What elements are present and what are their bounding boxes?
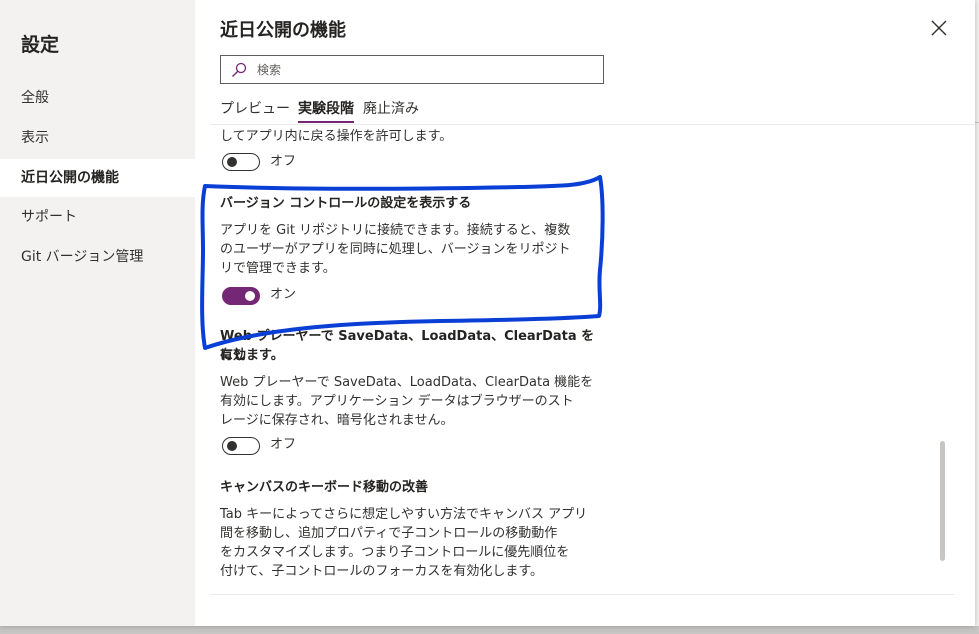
feature-description: してアプリ内に戻る操作を許可します。 xyxy=(220,129,453,144)
sidebar-title: 設定 xyxy=(21,34,60,56)
feature-title: バージョン コントロールの設定を表示する xyxy=(220,196,472,211)
toggle-label: オフ xyxy=(270,154,297,169)
sidebar-item-upcoming-features[interactable]: 近日公開の機能 xyxy=(0,159,195,197)
feature-description-line: Tab キーによってさらに想定しやすい方法でキャンバス アプリ xyxy=(220,507,588,522)
tab-retired[interactable]: 廃止済み xyxy=(363,98,419,122)
version-control-toggle[interactable] xyxy=(222,287,260,305)
search-box[interactable] xyxy=(220,55,604,84)
panel-title: 近日公開の機能 xyxy=(220,20,346,41)
feature-title-line: にします。 xyxy=(220,348,284,363)
settings-dialog: 設定 全般 表示 近日公開の機能 サポート Git バージョン管理 近日公開の機… xyxy=(0,0,975,626)
feature-description-line: 間を移動し、追加プロパティで子コントロールの移動動作 xyxy=(220,526,558,541)
sidebar-item-general[interactable]: 全般 xyxy=(0,79,195,117)
tab-preview[interactable]: プレビュー xyxy=(220,98,290,122)
toggle-knob xyxy=(245,291,255,301)
feature-description-line: アプリを Git リポジトリに接続できます。接続すると、複数 xyxy=(220,223,571,238)
savedata-toggle[interactable] xyxy=(222,437,260,455)
toggle-knob xyxy=(227,157,237,167)
scrollbar-thumb[interactable] xyxy=(940,441,945,561)
feature-description-line: 有効にします。アプリケーション データはブラウザーのスト xyxy=(220,394,574,409)
feature-description-line: 付けて、子コントロールのフォーカスを有効化します。 xyxy=(220,564,544,579)
feature-list: してアプリ内に戻る操作を許可します。 オフ バージョン コントロールの設定を表示… xyxy=(220,125,940,593)
search-input[interactable] xyxy=(257,60,587,80)
toggle-label: オン xyxy=(270,287,297,302)
feature-description-line: Web プレーヤーで SaveData、LoadData、ClearData 機… xyxy=(220,375,594,390)
features-panel: 近日公開の機能 プレビュー 実験段階 廃止済み してアプリ内に戻る操作を許可しま… xyxy=(195,0,975,626)
close-icon xyxy=(931,20,947,36)
feature-description-line: レージに保存され、暗号化されません。 xyxy=(220,413,454,428)
background-bottom xyxy=(0,626,979,634)
search-icon xyxy=(232,62,247,77)
feature-title: キャンバスのキーボード移動の改善 xyxy=(220,480,429,495)
toggle-label: オフ xyxy=(270,437,297,452)
sidebar-item-display[interactable]: 表示 xyxy=(0,119,195,157)
tab-experimental[interactable]: 実験段階 xyxy=(298,98,354,123)
feature-description-line: をカスタマイズします。つまり子コントロールに優先順位を xyxy=(220,545,570,560)
footer-divider xyxy=(210,594,955,595)
feature-toggle[interactable] xyxy=(222,153,260,171)
sidebar-item-support[interactable]: サポート xyxy=(0,198,195,236)
settings-sidebar: 設定 全般 表示 近日公開の機能 サポート Git バージョン管理 xyxy=(0,0,195,626)
feature-description-line: のユーザーがアプリを同時に処理し、バージョンをリポジト xyxy=(220,242,571,257)
feature-description-line: リで管理できます。 xyxy=(220,261,336,276)
close-button[interactable] xyxy=(927,16,951,40)
toggle-knob xyxy=(227,441,237,451)
sidebar-item-git-version-control[interactable]: Git バージョン管理 xyxy=(0,238,195,276)
